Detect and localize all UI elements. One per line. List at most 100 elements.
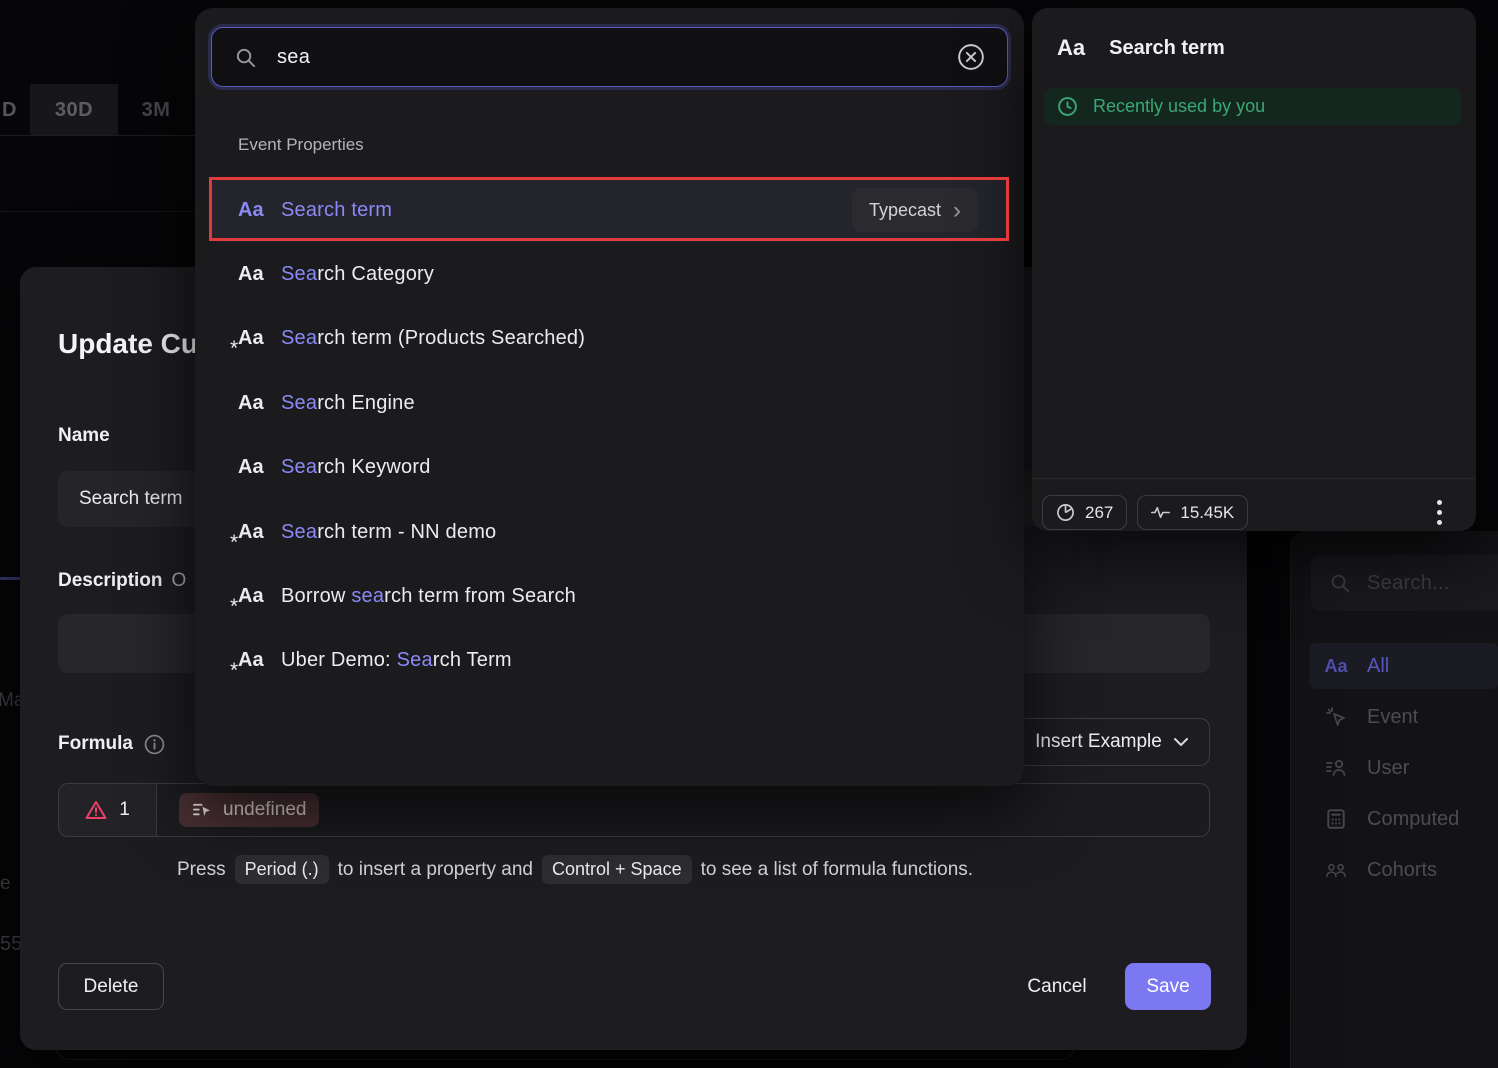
sidebar-item-label: User [1367,757,1409,780]
description-label: DescriptionO [58,570,186,592]
keyboard-chip-period: Period (.) [235,855,329,884]
sidebar-item[interactable]: User [1309,745,1498,791]
sidebar-item[interactable]: Cohorts [1309,847,1498,893]
computed-icon [1323,808,1349,830]
sidebar-item-label: Cohorts [1367,859,1437,882]
name-label: Name [58,425,110,447]
sidebar-item[interactable]: Aa All [1309,643,1498,689]
divider [0,211,195,212]
sidebar-item-label: Event [1367,706,1418,729]
app-root: D 30D 3M May e 55 Search... Aa All [0,0,1498,1068]
pulse-icon [1151,503,1170,522]
top-values-pill[interactable]: 267 [1042,495,1127,530]
property-results-list: Aa Search term Typecast › Aa Search Cate… [211,178,1008,693]
time-range-button-3m[interactable]: 3M [118,84,194,136]
formula-token-undefined[interactable]: undefined [179,793,319,827]
insert-example-button[interactable]: Insert Example [1013,718,1210,766]
property-row[interactable]: Aa Search Engine [211,371,1008,435]
chevron-right-icon: › [953,201,961,220]
formula-input[interactable]: undefined [157,783,1210,837]
detail-title: Search term [1109,37,1225,60]
text-property-icon: Aa [1057,35,1085,61]
sidebar-item[interactable]: Computed [1309,796,1498,842]
cohorts-icon [1323,859,1349,881]
group-label: Event Properties [238,135,364,155]
property-label: Uber Demo: Search Term [281,649,512,672]
divider [0,135,195,136]
axis-label-fragment: e [0,873,11,895]
property-type-sidebar: Search... Aa All [1290,531,1498,1068]
text-property-icon: Aa* [238,585,281,608]
custom-property-asterisk: * [230,659,238,683]
custom-property-asterisk: * [230,531,238,555]
text-property-icon: Aa* [238,521,281,544]
typecast-button[interactable]: Typecast › [852,188,978,232]
property-label: Search term [281,199,392,222]
property-label: Search term (Products Searched) [281,327,585,350]
chart-line-fragment [0,577,20,580]
property-row[interactable]: Aa* Borrow search term from Search [211,564,1008,628]
property-row[interactable]: Aa* Search term - NN demo [211,500,1008,564]
cancel-button[interactable]: Cancel [992,963,1122,1010]
property-row[interactable]: Aa* Search term (Products Searched) [211,307,1008,371]
property-label: Search term - NN demo [281,521,496,544]
property-row[interactable]: Aa Search Keyword [211,436,1008,500]
sidebar-item-label: Computed [1367,808,1459,831]
property-row[interactable]: Aa Search term Typecast › [211,178,1008,242]
axis-label-fragment: 55 [0,933,22,956]
modal-title: Update Cu [58,328,198,360]
property-label: Borrow search term from Search [281,585,576,608]
custom-property-asterisk: * [230,337,238,361]
text-property-icon: Aa* [238,327,281,350]
property-label: Search Category [281,263,434,286]
search-input[interactable]: sea [211,27,1008,87]
event-icon [1323,706,1349,728]
formula-error-count[interactable]: 1 [58,783,157,837]
text-property-icon: Aa [238,263,281,286]
clock-icon [1057,96,1078,117]
name-value: Search term [79,488,182,510]
sidebar-search-placeholder: Search... [1367,572,1450,595]
text-property-icon: Aa [238,456,281,479]
text-property-icon: Aa [238,199,281,222]
property-detail-panel: Aa Search term Recently used by you 267 [1032,8,1476,531]
formula-label: Formula [58,733,165,755]
property-label: Search Engine [281,392,415,415]
property-row[interactable]: Aa Search Category [211,242,1008,306]
custom-property-asterisk: * [230,595,238,619]
sidebar-items: Aa All Event [1309,643,1498,893]
pie-chart-icon [1056,503,1075,522]
delete-button[interactable]: Delete [58,963,164,1010]
search-icon [234,46,257,69]
property-search-dropdown: sea Event Properties Aa Search term Type… [195,8,1024,786]
event-volume-pill[interactable]: 15.45K [1137,495,1248,530]
clear-icon[interactable] [957,43,985,71]
custom-event-icon [192,802,213,819]
chevron-down-icon [1174,738,1188,746]
error-count: 1 [119,799,130,821]
recently-used-badge: Recently used by you [1044,88,1461,125]
formula-row: 1 undefined [58,783,1210,837]
warning-icon [85,800,107,820]
sidebar-search-input[interactable]: Search... [1311,555,1498,611]
divider [1032,478,1476,479]
detail-stats: 267 15.45K [1042,495,1248,530]
time-range-button-fragment[interactable]: D [0,84,33,136]
text-property-icon: Aa [238,392,281,415]
property-label: Search Keyword [281,456,431,479]
optional-fragment: O [172,570,187,591]
sidebar-item-label: All [1367,655,1389,678]
user-icon [1323,757,1349,779]
keyboard-chip-control-space: Control + Space [542,855,692,884]
search-icon [1329,572,1351,594]
time-range-button-30d[interactable]: 30D [30,84,118,136]
more-options-button[interactable] [1437,500,1442,525]
property-row[interactable]: Aa* Uber Demo: Search Term [211,629,1008,693]
info-icon[interactable] [144,734,165,755]
text-property-icon: Aa* [238,649,281,672]
sidebar-item[interactable]: Event [1309,694,1498,740]
text-property-icon: Aa [1323,656,1349,677]
search-query: sea [277,46,937,69]
save-button[interactable]: Save [1125,963,1211,1010]
formula-hint: Press Period (.) to insert a property an… [177,855,973,884]
